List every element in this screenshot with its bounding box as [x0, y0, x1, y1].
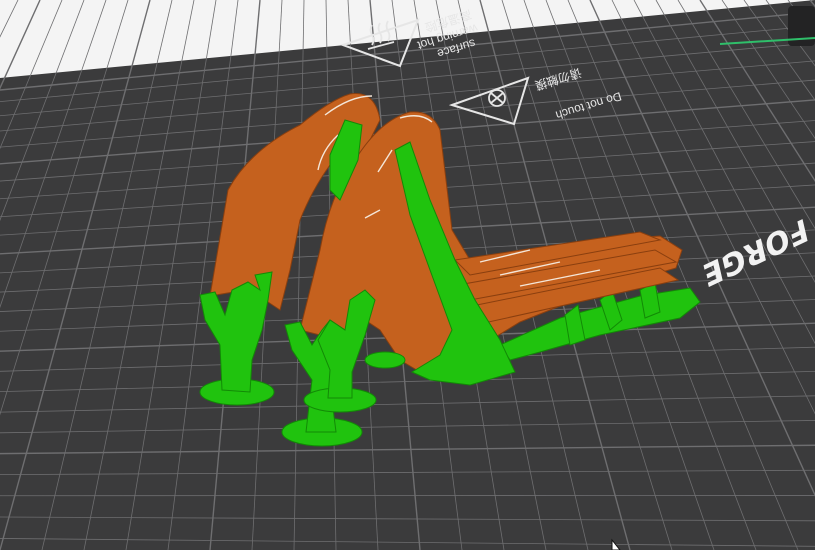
3d-viewport[interactable]: 高温危险 warning hot surface 请勿触摸 Do not tou… — [0, 0, 815, 550]
